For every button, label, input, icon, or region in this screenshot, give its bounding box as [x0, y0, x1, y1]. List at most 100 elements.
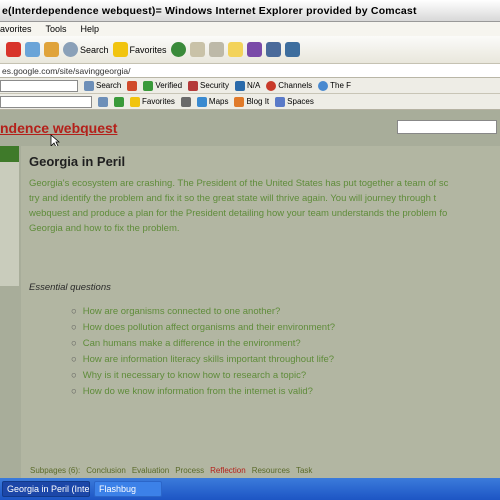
- checkmark-icon: [143, 80, 154, 91]
- bullet-icon: ○: [71, 306, 77, 317]
- subpages-label: Subpages (6):: [30, 466, 81, 475]
- blog-icon: [234, 96, 245, 107]
- star-icon: [130, 96, 140, 107]
- spaces-button[interactable]: Spaces: [275, 96, 314, 107]
- question-text: How are organisms connected to one anoth…: [82, 306, 281, 317]
- subpages-nav: Subpages (6): Conclusion Evaluation Proc…: [30, 466, 312, 475]
- taskbar-item-flashbug[interactable]: Flashbug: [94, 481, 162, 497]
- research-icon[interactable]: [265, 42, 281, 57]
- security-button[interactable]: Security: [188, 80, 229, 91]
- questions-list: ○ How are organisms connected to one anot…: [71, 304, 335, 400]
- channels-button[interactable]: Channels: [266, 80, 313, 91]
- star-icon: [112, 42, 128, 57]
- menu-item-help[interactable]: Help: [81, 24, 100, 34]
- security-label: Security: [200, 81, 229, 90]
- bullet-icon: ○: [71, 338, 77, 349]
- window-title: e(Interdependence webquest)= Windows Int…: [2, 4, 417, 17]
- main-content: Georgia in Peril Georgia's ecosystem are…: [21, 146, 500, 478]
- search-combo[interactable]: [0, 79, 78, 92]
- question-text: Why is it necessary to know how to resea…: [82, 370, 307, 381]
- search-icon: [84, 80, 94, 91]
- search-go-icon[interactable]: [98, 96, 108, 107]
- toolbar3-favorites-label: Favorites: [142, 97, 175, 106]
- intro-line: try and identify the problem and fix it …: [29, 193, 437, 204]
- subpage-link-evaluation[interactable]: Evaluation: [132, 466, 169, 475]
- list-item: ○ How are organisms connected to one anot…: [71, 304, 335, 320]
- list-item: ○ How do we know information from the int…: [71, 384, 335, 400]
- toolbar2-search-label: Search: [96, 81, 122, 90]
- print-icon[interactable]: [208, 42, 224, 57]
- subpage-link-task[interactable]: Task: [296, 466, 312, 475]
- bullet-icon: ○: [71, 386, 77, 397]
- sidebar: [0, 146, 19, 286]
- window-title-bar: e(Interdependence webquest)= Windows Int…: [0, 0, 500, 22]
- search-button[interactable]: Search: [63, 40, 109, 60]
- page-title: Georgia in Peril: [29, 154, 126, 169]
- search-button-label: Search: [80, 44, 109, 55]
- address-bar[interactable]: es.google.com/site/savinggeorgia/: [0, 64, 500, 78]
- intro-line: Georgia's ecosystem are crashing. The Pr…: [29, 178, 449, 189]
- question-text: Can humans make a difference in the envi…: [82, 338, 301, 349]
- page-rank-icon: [234, 80, 245, 91]
- bullet-icon: ○: [71, 370, 77, 381]
- toolbar3-search-combo[interactable]: [0, 95, 92, 108]
- maps-label: Maps: [208, 97, 229, 106]
- question-text: How does pollution affect organisms and …: [82, 322, 335, 333]
- favorites-button[interactable]: Favorites: [112, 40, 167, 60]
- subpage-link-process[interactable]: Process: [175, 466, 204, 475]
- mail-icon[interactable]: [189, 42, 205, 57]
- popup-blocker-icon[interactable]: [127, 80, 138, 91]
- list-item: ○ Can humans make a difference in the env…: [71, 336, 335, 352]
- list-item: ○ Why is it necessary to know how to rese…: [71, 368, 335, 384]
- search-icon: [63, 42, 78, 57]
- history-icon[interactable]: [170, 42, 186, 57]
- na-button[interactable]: N/A: [234, 80, 260, 91]
- taskbar: Georgia in Peril (Inter... Flashbug: [0, 478, 500, 500]
- pen-icon[interactable]: [180, 96, 191, 107]
- menu-item-favorites[interactable]: avorites: [0, 24, 32, 34]
- refresh-icon[interactable]: [25, 42, 40, 57]
- taskbar-item-browser[interactable]: Georgia in Peril (Inter...: [2, 481, 90, 497]
- the-f-button[interactable]: The F: [318, 80, 352, 91]
- maps-icon: [196, 96, 207, 107]
- site-search-input[interactable]: [397, 120, 497, 134]
- green-plus-icon[interactable]: [114, 96, 124, 107]
- favorites-button-label: Favorites: [129, 44, 167, 55]
- essential-questions-heading: Essential questions: [29, 282, 111, 293]
- address-url[interactable]: es.google.com/site/savinggeorgia/: [2, 66, 131, 76]
- messenger-icon[interactable]: [246, 42, 262, 57]
- intro-paragraph: Georgia's ecosystem are crashing. The Pr…: [29, 176, 500, 236]
- subpage-link-conclusion[interactable]: Conclusion: [86, 466, 126, 475]
- stop-icon[interactable]: [6, 42, 21, 57]
- spaces-label: Spaces: [287, 97, 314, 106]
- blogit-button[interactable]: Blog It: [234, 96, 270, 107]
- home-icon[interactable]: [44, 42, 59, 57]
- spaces-icon: [275, 96, 286, 107]
- verified-button[interactable]: Verified: [143, 80, 183, 91]
- bluetooth-icon[interactable]: [284, 42, 300, 57]
- menu-item-tools[interactable]: Tools: [46, 24, 67, 34]
- list-item: ○ How does pollution affect organisms and…: [71, 320, 335, 336]
- note-icon[interactable]: [227, 42, 243, 57]
- verified-label: Verified: [155, 81, 183, 90]
- sidebar-header: [0, 146, 19, 162]
- taskbar-item-label: Georgia in Peril (Inter...: [7, 484, 90, 494]
- maps-button[interactable]: Maps: [196, 96, 229, 107]
- toolbar2-search-button[interactable]: Search: [84, 80, 122, 91]
- subpage-link-reflection[interactable]: Reflection: [210, 466, 246, 475]
- channels-icon: [266, 80, 277, 91]
- menu-bar: avorites Tools Help: [0, 22, 500, 36]
- main-toolbar: Search Favorites: [0, 36, 500, 64]
- globe-icon: [318, 80, 329, 91]
- search-toolbar: Search Verified Security N/A Channels Th…: [0, 78, 500, 94]
- toolbar3-favorites-button[interactable]: Favorites: [130, 96, 175, 107]
- subpage-link-resources[interactable]: Resources: [252, 466, 290, 475]
- links-toolbar: Favorites Maps Blog It Spaces: [0, 94, 500, 110]
- shield-icon: [188, 80, 199, 91]
- the-f-label: The F: [330, 81, 352, 90]
- question-text: How are information literacy skills impo…: [82, 354, 335, 365]
- blogit-label: Blog It: [246, 97, 270, 106]
- bullet-icon: ○: [71, 322, 77, 333]
- channels-label: Channels: [278, 81, 313, 90]
- intro-line: Georgia and how to fix the problem.: [29, 223, 180, 234]
